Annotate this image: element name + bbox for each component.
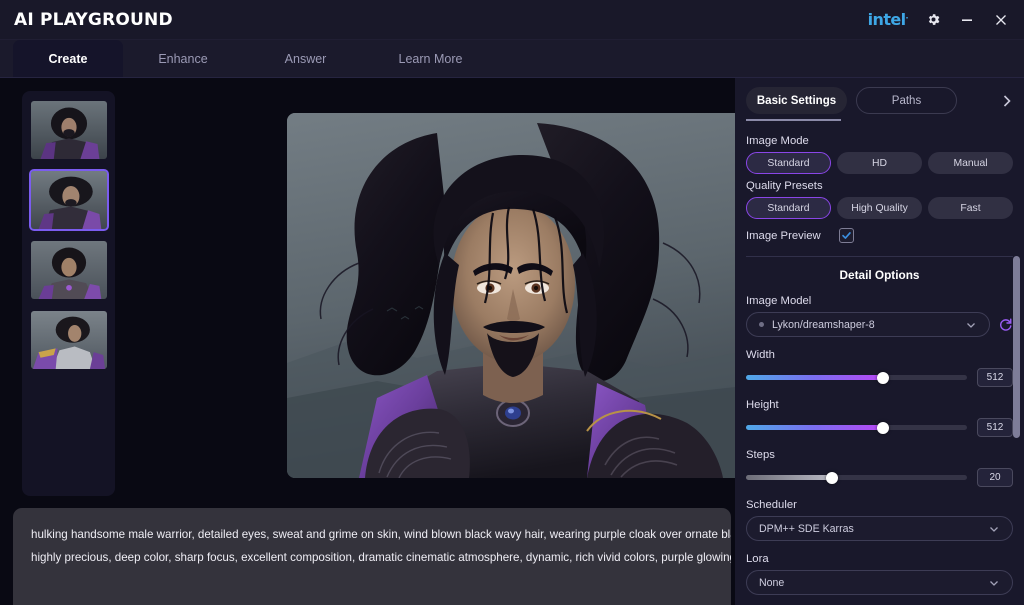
image-mode-options: Standard HD Manual (746, 152, 1013, 174)
scheduler-value: DPM++ SDE Karras (759, 523, 854, 535)
image-mode-manual[interactable]: Manual (928, 152, 1013, 174)
width-label: Width (746, 349, 1013, 361)
height-value[interactable]: 512 (977, 418, 1013, 437)
thumbnail-4[interactable] (29, 309, 109, 371)
thumbnail-rail (22, 91, 115, 496)
quality-presets-options: Standard High Quality Fast (746, 197, 1013, 219)
close-icon[interactable] (992, 11, 1010, 29)
width-slider-fill (746, 375, 883, 380)
width-slider[interactable] (746, 375, 967, 380)
tab-enhance[interactable]: Enhance (123, 40, 243, 78)
image-mode-standard[interactable]: Standard (746, 152, 831, 174)
window-controls: intel. (868, 10, 1010, 29)
steps-slider-knob[interactable] (826, 472, 838, 484)
quality-preset-high-quality[interactable]: High Quality (837, 197, 922, 219)
panel-tab-bar: Basic Settings Paths (735, 78, 1024, 114)
lora-select[interactable]: None (746, 570, 1013, 595)
width-value[interactable]: 512 (977, 368, 1013, 387)
quality-preset-fast[interactable]: Fast (928, 197, 1013, 219)
title-bar: AI PLAYGROUND intel. (0, 0, 1024, 40)
app-title: AI PLAYGROUND (14, 10, 173, 30)
width-slider-knob[interactable] (877, 372, 889, 384)
height-slider-fill (746, 425, 883, 430)
steps-label: Steps (746, 449, 1013, 461)
height-label: Height (746, 399, 1013, 411)
main-tab-bar: Create Enhance Answer Learn More (0, 40, 1024, 78)
scheduler-select[interactable]: DPM++ SDE Karras (746, 516, 1013, 541)
quality-presets-label: Quality Presets (746, 180, 1013, 192)
tab-paths[interactable]: Paths (856, 87, 957, 114)
chevron-down-icon (988, 577, 1000, 589)
image-mode-hd[interactable]: HD (837, 152, 922, 174)
chevron-down-icon (965, 319, 977, 331)
settings-panel: Basic Settings Paths Image Mode Standard… (735, 78, 1024, 605)
height-slider-knob[interactable] (877, 422, 889, 434)
height-slider[interactable] (746, 425, 967, 430)
steps-slider-row: 20 (746, 468, 1013, 487)
panel-scrollbar-track[interactable] (1015, 78, 1022, 605)
prompt-input[interactable]: hulking handsome male warrior, detailed … (13, 508, 731, 605)
app-window: AI PLAYGROUND intel. Create Enhance Answ… (0, 0, 1024, 605)
height-slider-row: 512 (746, 418, 1013, 437)
work-area: hulking handsome male warrior, detailed … (0, 78, 735, 605)
image-model-select[interactable]: Lykon/dreamshaper-8 (746, 312, 990, 337)
image-mode-label: Image Mode (746, 135, 1013, 147)
tab-create[interactable]: Create (13, 40, 123, 78)
chevron-down-icon (988, 523, 1000, 535)
lora-label: Lora (746, 553, 1013, 565)
image-preview-checkbox[interactable] (839, 228, 854, 243)
thumbnail-1[interactable] (29, 99, 109, 161)
steps-slider-fill (746, 475, 832, 480)
model-status-dot (759, 322, 764, 327)
image-preview-row: Image Preview (746, 228, 1013, 243)
scheduler-label: Scheduler (746, 499, 1013, 511)
prompt-line-2: highly precious, deep color, sharp focus… (31, 547, 713, 570)
image-model-value: Lykon/dreamshaper-8 (772, 319, 875, 331)
thumbnail-2[interactable] (29, 169, 109, 231)
intel-logo: intel. (868, 10, 908, 29)
lora-value: None (759, 577, 784, 589)
image-model-label: Image Model (746, 295, 1013, 307)
thumbnail-3[interactable] (29, 239, 109, 301)
quality-preset-standard[interactable]: Standard (746, 197, 831, 219)
detail-options-title: Detail Options (746, 268, 1013, 282)
steps-slider[interactable] (746, 475, 967, 480)
prompt-line-1: hulking handsome male warrior, detailed … (31, 524, 713, 547)
chevron-right-icon[interactable] (1000, 93, 1014, 109)
image-model-row: Lykon/dreamshaper-8 (746, 312, 1013, 337)
section-divider (746, 256, 1013, 257)
tab-answer[interactable]: Answer (243, 40, 368, 78)
gear-icon[interactable] (924, 11, 942, 29)
preview-image[interactable] (287, 113, 735, 478)
minimize-icon[interactable] (958, 11, 976, 29)
steps-value[interactable]: 20 (977, 468, 1013, 487)
panel-body: Image Mode Standard HD Manual Quality Pr… (735, 121, 1024, 595)
tab-basic-settings[interactable]: Basic Settings (746, 87, 847, 114)
refresh-icon[interactable] (998, 317, 1013, 332)
panel-scrollbar-thumb[interactable] (1013, 256, 1020, 438)
width-slider-row: 512 (746, 368, 1013, 387)
image-preview-label: Image Preview (746, 230, 821, 242)
tab-learn-more[interactable]: Learn More (368, 40, 493, 78)
